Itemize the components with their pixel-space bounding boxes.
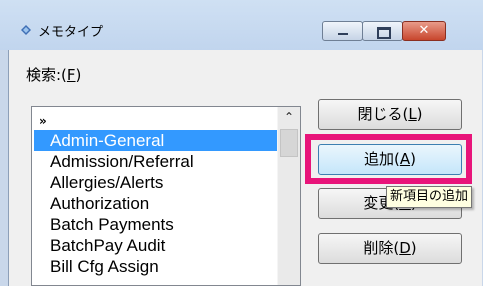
scroll-up-icon[interactable]: ⌃	[278, 107, 300, 127]
list-item[interactable]: Authorization	[32, 193, 278, 214]
list-item[interactable]: BatchPay Audit	[32, 235, 278, 256]
list-item[interactable]: Admission/Referral	[32, 151, 278, 172]
memo-type-icon	[21, 25, 31, 35]
list-scrollbar[interactable]: ⌃	[277, 107, 300, 285]
delete-button[interactable]: 削除(D)	[318, 233, 462, 264]
minimize-icon	[338, 33, 348, 35]
memo-type-window: メモタイプ ✕ 検索:(F) » Admin-General Admission…	[0, 0, 483, 286]
list-item[interactable]: Admin-General	[34, 130, 278, 151]
window-title: メモタイプ	[38, 25, 104, 40]
maximize-icon	[377, 27, 391, 39]
list-item[interactable]: Allergies/Alerts	[32, 172, 278, 193]
add-tooltip: 新項目の追加	[386, 186, 473, 208]
list-header: »	[39, 114, 47, 128]
close-button[interactable]: 閉じる(L)	[318, 99, 462, 130]
minimize-button[interactable]	[322, 21, 363, 41]
title-bar[interactable]: メモタイプ ✕	[0, 0, 483, 50]
list-item[interactable]: Batch Payments	[32, 214, 278, 235]
list-item[interactable]: Bill Cfg Assign	[32, 256, 278, 277]
scroll-thumb[interactable]	[280, 129, 298, 157]
search-label: 検索:(F)	[26, 66, 82, 84]
close-window-button[interactable]: ✕	[402, 21, 446, 41]
memo-type-list[interactable]: » Admin-General Admission/Referral Aller…	[31, 106, 301, 286]
add-button-highlight	[305, 134, 472, 184]
close-icon: ✕	[418, 23, 430, 38]
maximize-button[interactable]	[362, 21, 403, 41]
